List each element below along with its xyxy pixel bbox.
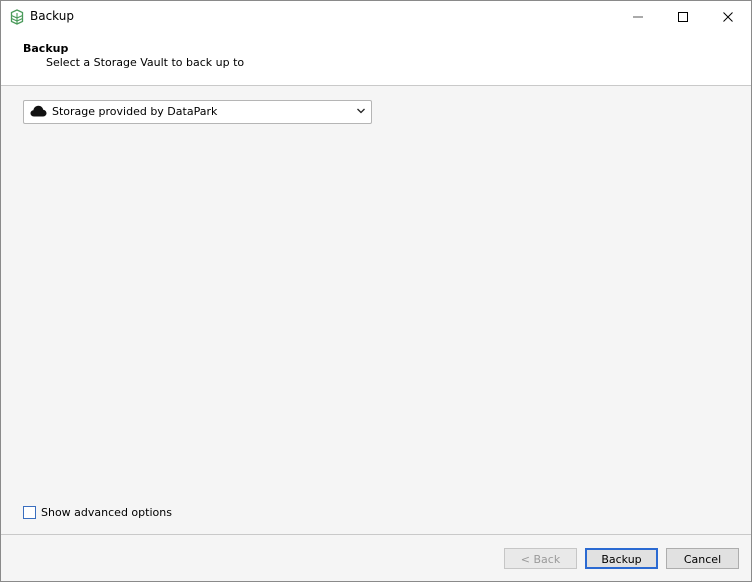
close-icon [723,11,733,22]
close-button[interactable] [705,1,751,32]
show-advanced-options-label[interactable]: Show advanced options [41,506,172,519]
show-advanced-options-checkbox[interactable] [23,506,36,519]
title-bar[interactable]: Backup [1,1,751,32]
backup-window: Backup Backup Select a Storage Vault to … [0,0,752,582]
storage-vault-selected-value: Storage provided by DataPark [52,105,218,118]
back-button[interactable]: < Back [504,548,577,569]
chevron-down-icon [357,108,365,114]
window-title: Backup [30,9,74,23]
wizard-header: Backup Select a Storage Vault to back up… [1,32,751,86]
minimize-icon [633,16,643,17]
maximize-button[interactable] [660,1,706,32]
maximize-icon [678,11,688,22]
cloud-icon [30,105,47,117]
page-subtitle: Select a Storage Vault to back up to [46,56,245,69]
footer-divider [1,534,751,535]
minimize-button[interactable] [615,1,661,32]
app-icon [10,9,24,25]
backup-button[interactable]: Backup [585,548,658,569]
cancel-button[interactable]: Cancel [666,548,739,569]
storage-vault-select[interactable]: Storage provided by DataPark [23,100,372,124]
page-title: Backup [23,42,69,55]
